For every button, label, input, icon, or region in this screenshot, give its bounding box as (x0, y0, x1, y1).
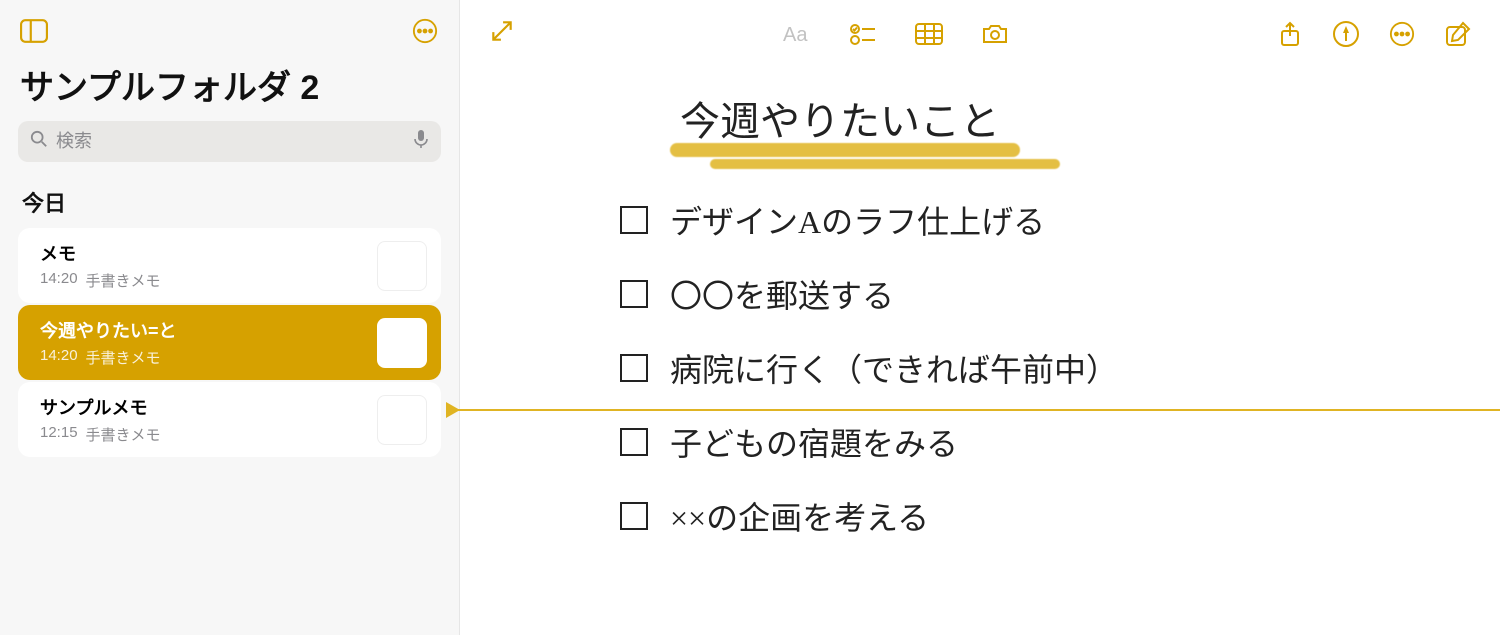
folder-title: サンプルフォルダ 2 (16, 60, 443, 121)
checkbox-icon[interactable] (620, 354, 648, 382)
note-subtitle: 手書きメモ (86, 347, 161, 368)
insertion-line[interactable] (458, 409, 1500, 411)
search-field[interactable] (18, 121, 441, 162)
more-icon[interactable] (411, 18, 439, 44)
note-title: サンプルメモ (40, 394, 365, 420)
search-icon (30, 130, 48, 153)
text-format-icon: Aa (783, 21, 811, 47)
markup-icon[interactable] (1332, 21, 1360, 47)
camera-icon[interactable] (981, 21, 1009, 47)
todo-item: ××の企画を考える (620, 493, 1440, 539)
main: Aa (460, 0, 1500, 635)
section-header-today: 今日 (16, 180, 443, 228)
note-thumbnail (377, 395, 427, 445)
checkbox-icon[interactable] (620, 206, 648, 234)
note-subtitle: 手書きメモ (86, 424, 161, 445)
note-item[interactable]: サンプルメモ 12:15 手書きメモ (18, 382, 441, 457)
toolbar: Aa (460, 0, 1500, 59)
note-time: 14:20 (40, 347, 78, 368)
todo-text: デザインAのラフ仕上げる (670, 197, 1045, 243)
note-item[interactable]: メモ 14:20 手書きメモ (18, 228, 441, 303)
checkbox-icon[interactable] (620, 428, 648, 456)
note-item[interactable]: 今週やりたい=と 14:20 手書きメモ (18, 305, 441, 380)
handwritten-heading: 今週やりたいこと (680, 89, 1000, 153)
todo-text: ××の企画を考える (670, 493, 929, 539)
table-icon[interactable] (915, 21, 943, 47)
compose-icon[interactable] (1444, 21, 1472, 47)
todo-text: 〇〇を郵送する (670, 271, 894, 317)
todo-text: 病院に行く（できれば午前中） (670, 345, 1118, 391)
todo-text: 子どもの宿題をみる (670, 419, 958, 465)
todo-item: デザインAのラフ仕上げる (620, 197, 1440, 243)
note-canvas[interactable]: 今週やりたいこと デザインAのラフ仕上げる 〇〇を郵送する 病院に行く（できれば… (460, 59, 1500, 635)
svg-text:Aa: Aa (783, 24, 808, 46)
search-input[interactable] (56, 131, 413, 152)
note-time: 14:20 (40, 270, 78, 291)
todo-item: 病院に行く（できれば午前中） (620, 345, 1440, 391)
todo-item: 〇〇を郵送する (620, 271, 1440, 317)
mic-icon[interactable] (413, 129, 429, 154)
todo-item: 子どもの宿題をみる (620, 419, 1440, 465)
note-thumbnail (377, 318, 427, 368)
share-icon[interactable] (1276, 21, 1304, 47)
note-title: 今週やりたい=と (40, 317, 365, 343)
checkbox-icon[interactable] (620, 502, 648, 530)
ellipsis-icon[interactable] (1388, 21, 1416, 47)
checklist-icon[interactable] (849, 21, 877, 47)
note-time: 12:15 (40, 424, 78, 445)
note-thumbnail (377, 241, 427, 291)
insertion-caret-icon (446, 402, 460, 418)
sidebar: サンプルフォルダ 2 今日 メモ 14:20 手書きメモ (0, 0, 460, 635)
expand-icon[interactable] (488, 18, 516, 44)
checkbox-icon[interactable] (620, 280, 648, 308)
todo-list: デザインAのラフ仕上げる 〇〇を郵送する 病院に行く（できれば午前中） 子どもの… (620, 197, 1440, 539)
sidebar-toggle-icon[interactable] (20, 18, 48, 44)
note-title: メモ (40, 240, 365, 266)
note-subtitle: 手書きメモ (86, 270, 161, 291)
note-list: メモ 14:20 手書きメモ 今週やりたい=と 14:20 手書きメモ サンプル… (16, 228, 443, 459)
